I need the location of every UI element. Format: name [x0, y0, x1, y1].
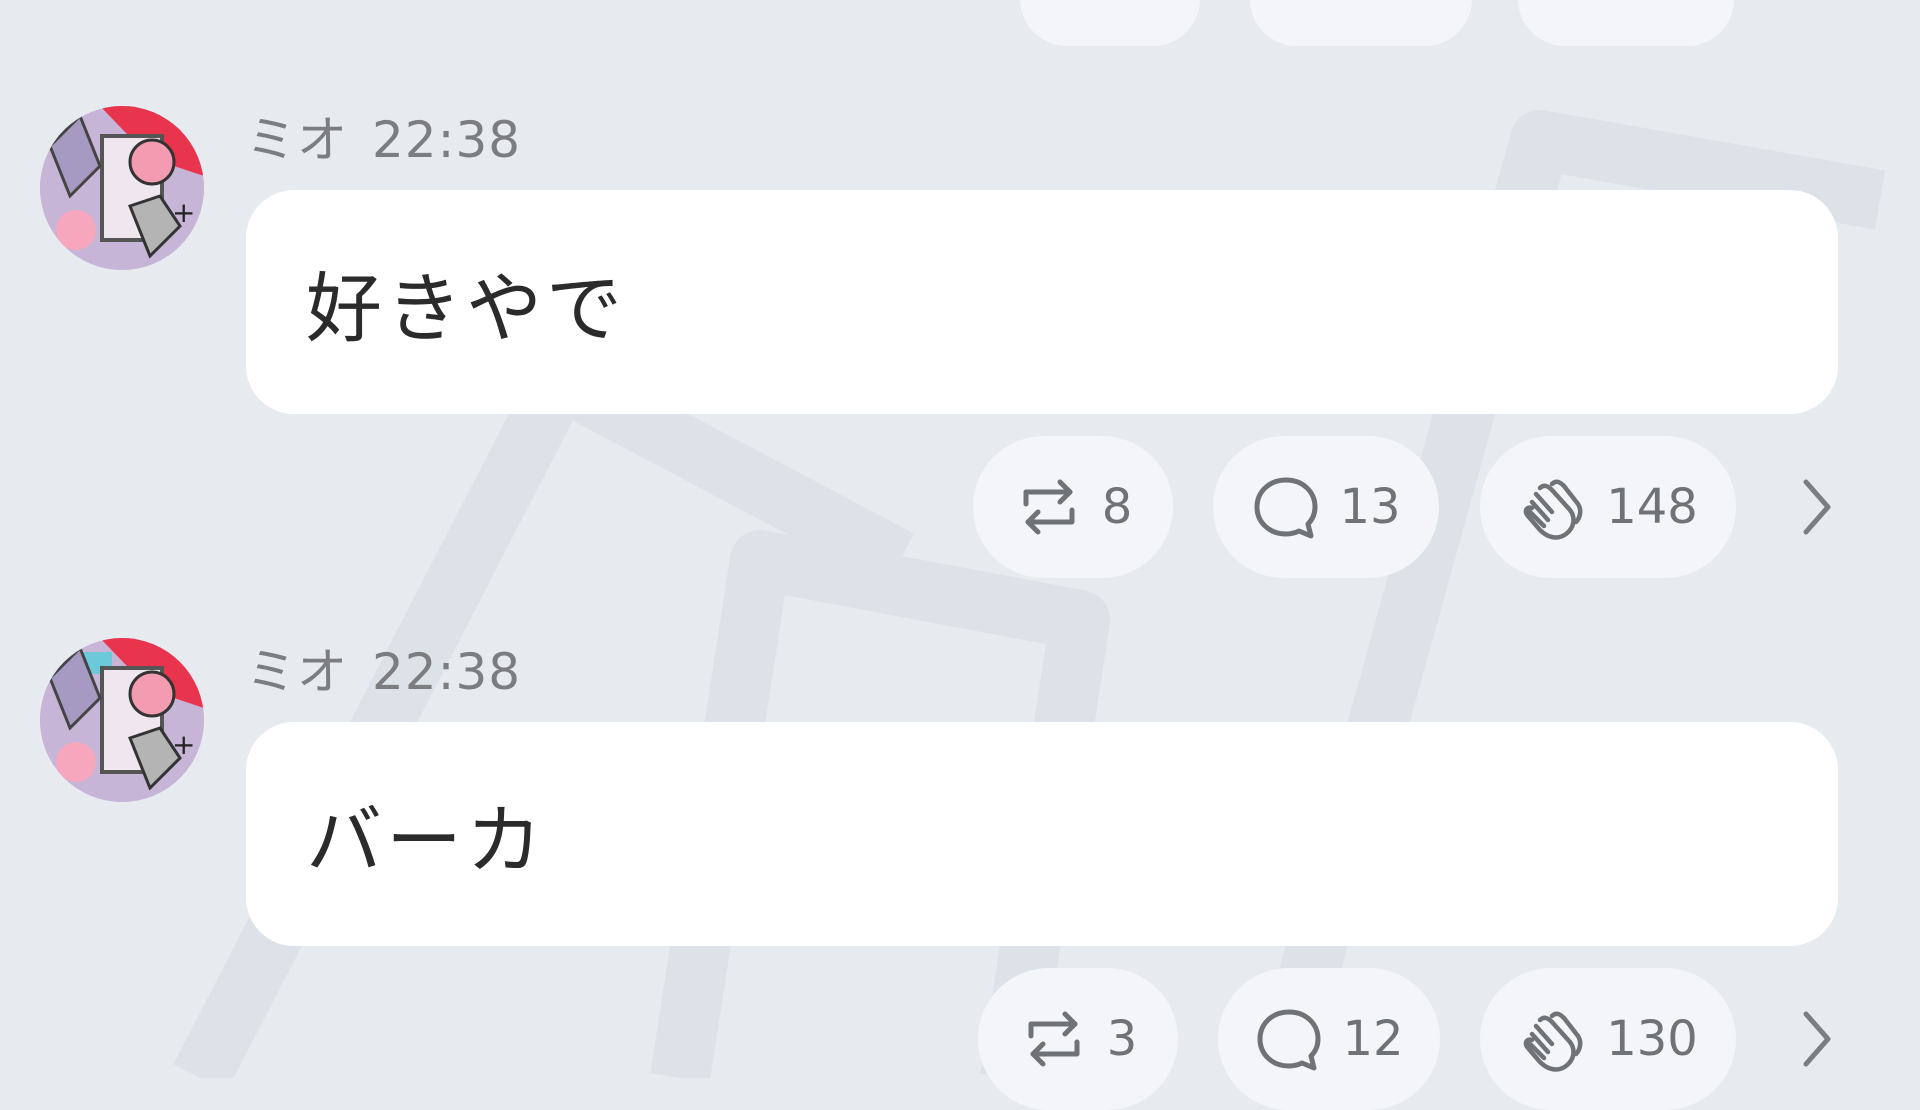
message-bubble[interactable]: 好きやで [246, 190, 1838, 414]
previous-actions-row [0, 0, 1920, 48]
clap-icon [1523, 1011, 1583, 1072]
svg-text:+: + [172, 728, 195, 761]
chevron-right-icon[interactable] [1792, 472, 1842, 542]
reply-button[interactable]: 12 [1218, 968, 1440, 1110]
reply-button[interactable]: 13 [1213, 436, 1439, 578]
previous-clap-button[interactable] [1518, 0, 1734, 46]
comment-icon [1254, 477, 1318, 539]
message-bubble[interactable]: バーカ [246, 722, 1838, 946]
clap-icon [1523, 479, 1583, 540]
clap-button[interactable]: 130 [1480, 968, 1736, 1110]
avatar[interactable]: + [40, 638, 204, 802]
author-name[interactable]: ミオ [246, 643, 348, 701]
svg-text:+: + [172, 196, 195, 229]
repost-icon [1028, 1011, 1080, 1067]
reply-count: 13 [1339, 479, 1401, 535]
repost-button[interactable]: 3 [978, 968, 1178, 1110]
message-text: バーカ [306, 796, 546, 885]
timestamp: 22:38 [372, 643, 522, 701]
comment-icon [1257, 1009, 1321, 1071]
message-meta: ミオ 22:38 [246, 100, 521, 169]
previous-repost-button[interactable] [1020, 0, 1200, 46]
timestamp: 22:38 [372, 111, 522, 169]
clap-count: 130 [1606, 1011, 1698, 1067]
clap-count: 148 [1606, 479, 1698, 535]
repost-button[interactable]: 8 [973, 436, 1173, 578]
reply-count: 12 [1342, 1011, 1404, 1067]
repost-count: 3 [1106, 1011, 1138, 1067]
clap-button[interactable]: 148 [1480, 436, 1736, 578]
message-meta: ミオ 22:38 [246, 632, 521, 701]
previous-reply-button[interactable] [1250, 0, 1472, 46]
message-text: 好きやで [306, 264, 626, 353]
author-name[interactable]: ミオ [246, 111, 348, 169]
repost-count: 8 [1101, 479, 1133, 535]
repost-icon [1023, 479, 1075, 535]
chevron-right-icon[interactable] [1792, 1004, 1842, 1074]
avatar[interactable]: + [40, 106, 204, 270]
